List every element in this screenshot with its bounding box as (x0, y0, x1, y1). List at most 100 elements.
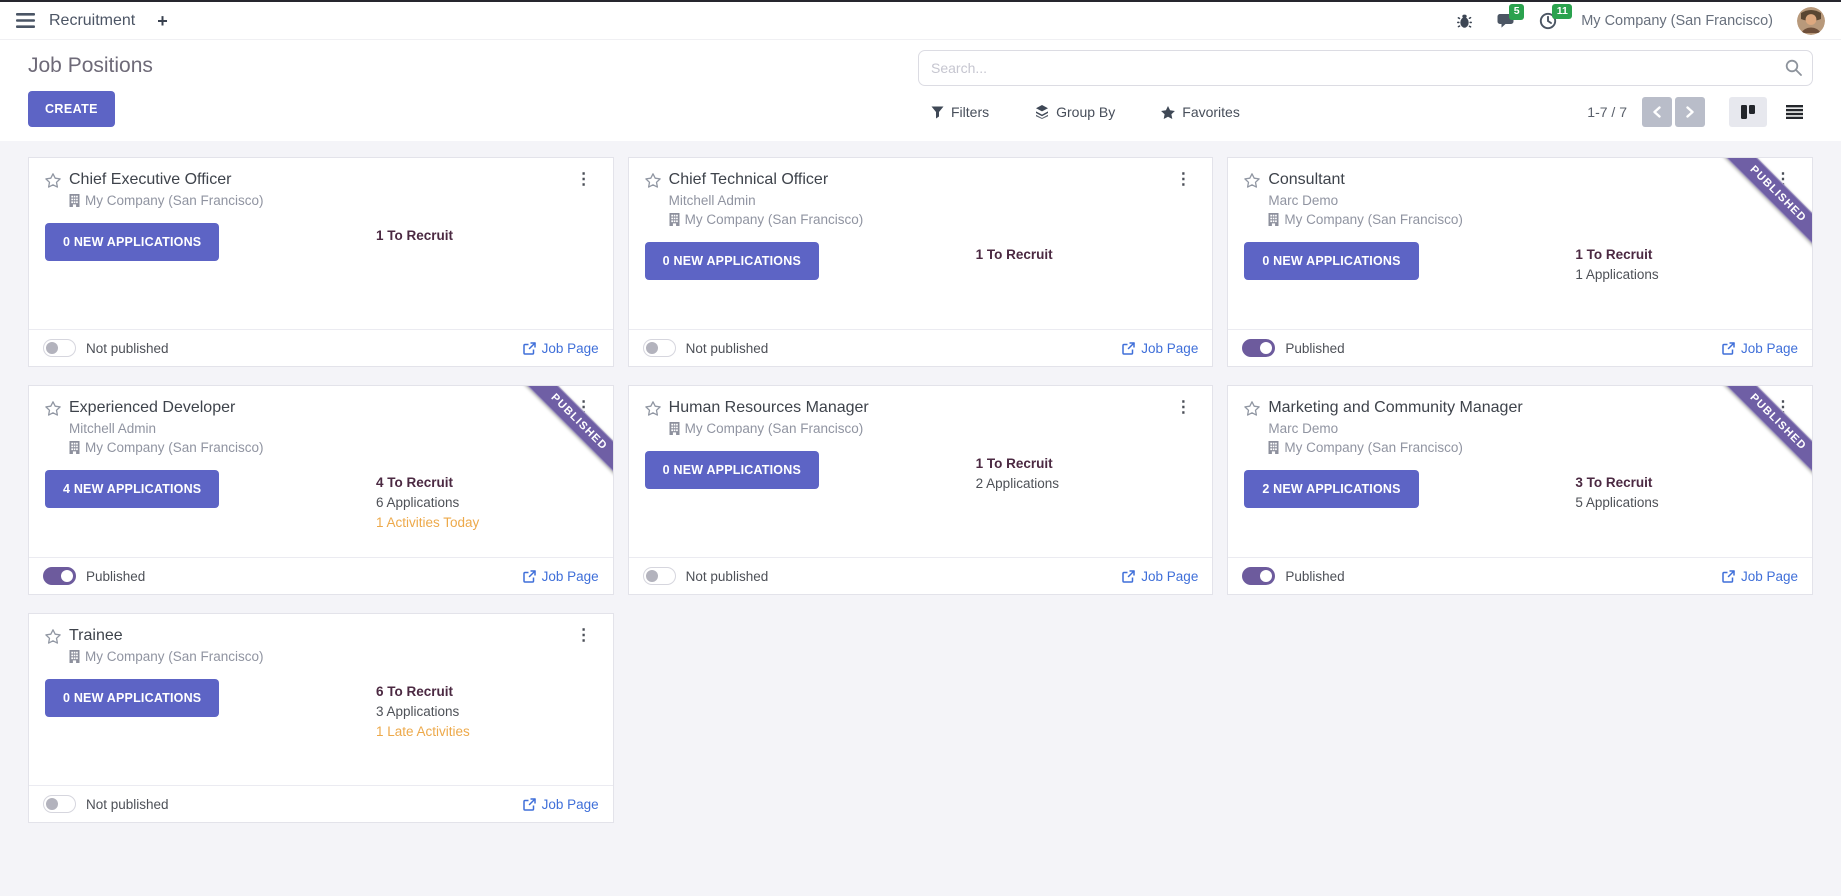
publish-toggle[interactable] (43, 339, 76, 357)
company-name: My Company (San Francisco) (685, 212, 864, 227)
search-icon[interactable] (1785, 59, 1802, 81)
job-position-card[interactable]: Trainee ⋮ My Company (San Francisco) 0 N… (28, 613, 614, 823)
job-page-link[interactable]: Job Page (1122, 341, 1198, 356)
company-line: My Company (San Francisco) (69, 193, 597, 208)
favorites-button[interactable]: Favorites (1161, 104, 1240, 120)
favorite-star-icon[interactable] (45, 173, 61, 188)
user-avatar[interactable] (1797, 7, 1825, 35)
activities-clock-icon[interactable]: 11 (1539, 12, 1557, 30)
job-position-card[interactable]: Chief Executive Officer ⋮ My Company (Sa… (28, 157, 614, 367)
job-page-link[interactable]: Job Page (1722, 569, 1798, 584)
job-position-card[interactable]: Human Resources Manager ⋮ My Company (Sa… (628, 385, 1214, 595)
job-position-card[interactable]: PUBLISHED Experienced Developer ⋮ Mitche… (28, 385, 614, 595)
plus-icon[interactable]: + (157, 12, 168, 30)
app-name[interactable]: Recruitment (49, 12, 135, 30)
control-panel: Job Positions CREATE Filters Group By Fa… (0, 40, 1841, 141)
activities-count[interactable]: 1 Activities Today (376, 513, 597, 533)
pager-previous-button[interactable] (1642, 97, 1672, 127)
publish-toggle[interactable] (643, 567, 676, 585)
navbar: Recruitment + 5 11 My Company (San Franc… (0, 2, 1841, 40)
applications-count[interactable]: 6 Applications (376, 493, 597, 513)
manager-name: Marc Demo (1268, 193, 1338, 208)
group-by-label: Group By (1056, 104, 1115, 120)
publish-toggle[interactable] (43, 567, 76, 585)
favorite-star-icon[interactable] (645, 401, 661, 416)
publish-toggle[interactable] (43, 795, 76, 813)
favorite-star-icon[interactable] (45, 629, 61, 644)
job-title[interactable]: Marketing and Community Manager (1268, 399, 1522, 417)
job-title[interactable]: Experienced Developer (69, 399, 235, 417)
job-page-link[interactable]: Job Page (1122, 569, 1198, 584)
publish-toggle[interactable] (643, 339, 676, 357)
job-title[interactable]: Trainee (69, 627, 123, 645)
publish-toggle[interactable] (1242, 339, 1275, 357)
to-recruit-count[interactable]: 1 To Recruit (976, 454, 1197, 474)
search-input[interactable] (918, 50, 1813, 86)
card-footer: Published Job Page (29, 557, 613, 594)
applications-count[interactable]: 3 Applications (376, 702, 597, 722)
create-button[interactable]: CREATE (28, 91, 115, 127)
messages-icon[interactable]: 5 (1496, 12, 1515, 29)
favorite-star-icon[interactable] (1244, 173, 1260, 188)
applications-count[interactable]: 1 Applications (1575, 265, 1796, 285)
kanban-view-button[interactable] (1729, 97, 1767, 127)
job-title[interactable]: Consultant (1268, 171, 1345, 189)
company-line: My Company (San Francisco) (1268, 440, 1796, 455)
manager-name: Mitchell Admin (669, 193, 756, 208)
job-position-card[interactable]: Chief Technical Officer ⋮ Mitchell Admin… (628, 157, 1214, 367)
kebab-menu-icon[interactable]: ⋮ (1170, 172, 1196, 188)
job-title[interactable]: Human Resources Manager (669, 399, 869, 417)
to-recruit-count[interactable]: 1 To Recruit (376, 226, 597, 246)
card-footer: Published Job Page (1228, 329, 1812, 366)
kebab-menu-icon[interactable]: ⋮ (571, 172, 597, 188)
applications-count[interactable]: 5 Applications (1575, 493, 1796, 513)
publish-toggle[interactable] (1242, 567, 1275, 585)
job-title[interactable]: Chief Executive Officer (69, 171, 231, 189)
favorite-star-icon[interactable] (645, 173, 661, 188)
kebab-menu-icon[interactable]: ⋮ (571, 628, 597, 644)
new-applications-button[interactable]: 0 NEW APPLICATIONS (1244, 242, 1418, 280)
job-page-link[interactable]: Job Page (1722, 341, 1798, 356)
new-applications-button[interactable]: 4 NEW APPLICATIONS (45, 470, 219, 508)
new-applications-button[interactable]: 0 NEW APPLICATIONS (645, 242, 819, 280)
to-recruit-count[interactable]: 4 To Recruit (376, 473, 597, 493)
apps-menu-icon[interactable] (16, 13, 35, 28)
to-recruit-count[interactable]: 6 To Recruit (376, 682, 597, 702)
new-applications-button[interactable]: 0 NEW APPLICATIONS (45, 679, 219, 717)
favorite-star-icon[interactable] (1244, 401, 1260, 416)
new-applications-button[interactable]: 0 NEW APPLICATIONS (645, 451, 819, 489)
kebab-menu-icon[interactable]: ⋮ (1770, 400, 1796, 416)
manager-name: Mitchell Admin (69, 421, 156, 436)
kebab-menu-icon[interactable]: ⋮ (1170, 400, 1196, 416)
external-link-icon (523, 570, 536, 583)
to-recruit-count[interactable]: 3 To Recruit (1575, 473, 1796, 493)
list-view-button[interactable] (1775, 97, 1813, 127)
card-footer: Not published Job Page (29, 785, 613, 822)
favorite-star-icon[interactable] (45, 401, 61, 416)
job-page-link[interactable]: Job Page (523, 569, 599, 584)
job-title[interactable]: Chief Technical Officer (669, 171, 828, 189)
chevron-left-icon (1652, 106, 1662, 118)
filters-label: Filters (951, 104, 989, 120)
job-page-link[interactable]: Job Page (523, 341, 599, 356)
new-applications-button[interactable]: 2 NEW APPLICATIONS (1244, 470, 1418, 508)
search-box (918, 50, 1813, 86)
kebab-menu-icon[interactable]: ⋮ (1770, 172, 1796, 188)
filters-button[interactable]: Filters (931, 104, 989, 120)
company-switcher[interactable]: My Company (San Francisco) (1581, 13, 1773, 29)
to-recruit-count[interactable]: 1 To Recruit (1575, 245, 1796, 265)
debug-bug-icon[interactable] (1457, 13, 1472, 29)
building-icon (69, 441, 80, 454)
job-page-label: Job Page (542, 797, 599, 812)
activities-count[interactable]: 1 Late Activities (376, 722, 597, 742)
job-page-link[interactable]: Job Page (523, 797, 599, 812)
applications-count[interactable]: 2 Applications (976, 474, 1197, 494)
pager-next-button[interactable] (1675, 97, 1705, 127)
new-applications-button[interactable]: 0 NEW APPLICATIONS (45, 223, 219, 261)
kebab-menu-icon[interactable]: ⋮ (571, 400, 597, 416)
group-by-button[interactable]: Group By (1035, 104, 1115, 120)
to-recruit-count[interactable]: 1 To Recruit (976, 245, 1197, 265)
job-page-label: Job Page (542, 341, 599, 356)
job-position-card[interactable]: PUBLISHED Consultant ⋮ Marc Demo My Comp… (1227, 157, 1813, 367)
job-position-card[interactable]: PUBLISHED Marketing and Community Manage… (1227, 385, 1813, 595)
